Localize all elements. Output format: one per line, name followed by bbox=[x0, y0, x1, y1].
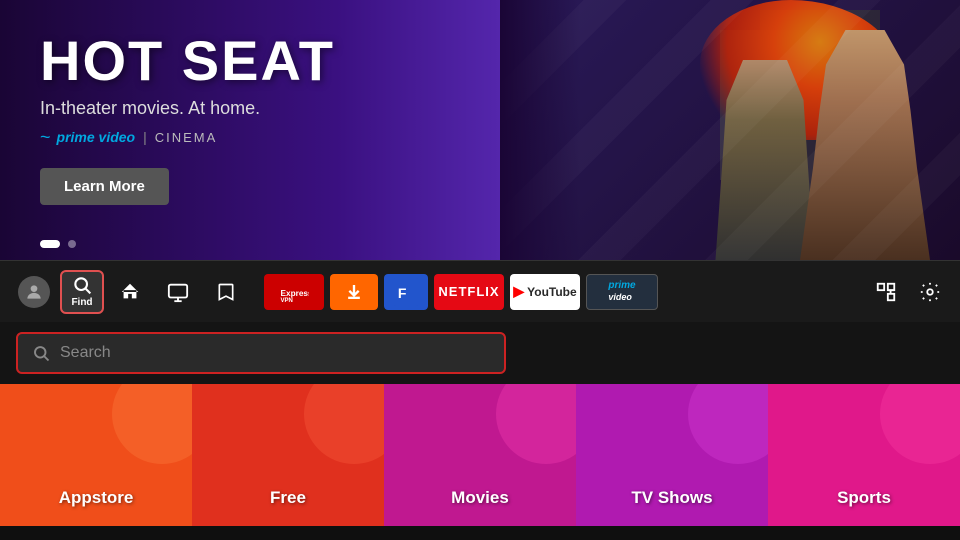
svg-text:F: F bbox=[398, 284, 407, 300]
hero-title: HOT SEAT bbox=[40, 30, 335, 92]
prime-text: prime video bbox=[57, 129, 136, 145]
dot-1[interactable] bbox=[40, 240, 60, 248]
youtube-play-icon: ▶ bbox=[513, 283, 524, 300]
hero-image-bg bbox=[500, 0, 960, 260]
youtube-label: YouTube bbox=[527, 285, 577, 299]
hero-brand: ~ prime video | CINEMA bbox=[40, 127, 335, 148]
sports-tile[interactable]: Sports bbox=[768, 384, 960, 526]
dot-2[interactable] bbox=[68, 240, 76, 248]
movies-label: Movies bbox=[451, 488, 509, 508]
hero-subtitle: In-theater movies. At home. bbox=[40, 98, 335, 119]
search-bar[interactable]: Search bbox=[16, 332, 506, 374]
nav-bar: Find Express VPN bbox=[0, 260, 960, 322]
tv-button[interactable] bbox=[156, 270, 200, 314]
netflix-app[interactable]: NETFLIX bbox=[434, 274, 504, 310]
free-label: Free bbox=[270, 488, 306, 508]
brand-cinema: CINEMA bbox=[155, 130, 218, 145]
prime-smile-icon: ~ bbox=[40, 127, 51, 148]
search-container: Search bbox=[0, 322, 960, 384]
youtube-app[interactable]: ▶ YouTube bbox=[510, 274, 580, 310]
search-icon bbox=[32, 344, 50, 362]
tvshows-tile[interactable]: TV Shows bbox=[576, 384, 768, 526]
prime-logo: ~ prime video bbox=[40, 127, 135, 148]
home-button[interactable] bbox=[108, 270, 152, 314]
find-label: Find bbox=[71, 297, 92, 308]
bookmark-button[interactable] bbox=[204, 270, 248, 314]
netflix-label: NETFLIX bbox=[438, 284, 499, 299]
prime-video-app[interactable]: prime video bbox=[586, 274, 658, 310]
nav-right-icons bbox=[868, 274, 948, 310]
appstore-tile[interactable]: Appstore bbox=[0, 384, 192, 526]
search-placeholder: Search bbox=[60, 344, 111, 362]
hero-dots bbox=[40, 240, 76, 248]
expressvpn-app[interactable]: Express VPN bbox=[264, 274, 324, 310]
tvshows-label: TV Shows bbox=[631, 488, 712, 508]
prime-video-text: prime video bbox=[608, 280, 635, 303]
learn-more-button[interactable]: Learn More bbox=[40, 168, 169, 205]
downloader-app[interactable] bbox=[330, 274, 378, 310]
settings-button[interactable] bbox=[912, 274, 948, 310]
app-icons-row: Express VPN F NETFLIX ▶ YouTube bbox=[264, 274, 864, 310]
svg-text:VPN: VPN bbox=[281, 297, 293, 301]
hero-banner: HOT SEAT In-theater movies. At home. ~ p… bbox=[0, 0, 960, 260]
categories-row: Appstore Free Movies TV Shows Sports bbox=[0, 384, 960, 526]
svg-text:Express: Express bbox=[281, 288, 310, 297]
avatar bbox=[18, 276, 50, 308]
movies-tile[interactable]: Movies bbox=[384, 384, 576, 526]
find-button[interactable]: Find bbox=[60, 270, 104, 314]
brand-divider: | bbox=[143, 129, 147, 145]
sports-label: Sports bbox=[837, 488, 891, 508]
hero-image bbox=[500, 0, 960, 260]
profile-icon[interactable] bbox=[12, 270, 56, 314]
hero-content: HOT SEAT In-theater movies. At home. ~ p… bbox=[40, 30, 335, 205]
files-app[interactable]: F bbox=[384, 274, 428, 310]
free-tile[interactable]: Free bbox=[192, 384, 384, 526]
hero-fade bbox=[500, 0, 580, 260]
appstore-label: Appstore bbox=[59, 488, 134, 508]
apps-grid-button[interactable] bbox=[868, 274, 904, 310]
